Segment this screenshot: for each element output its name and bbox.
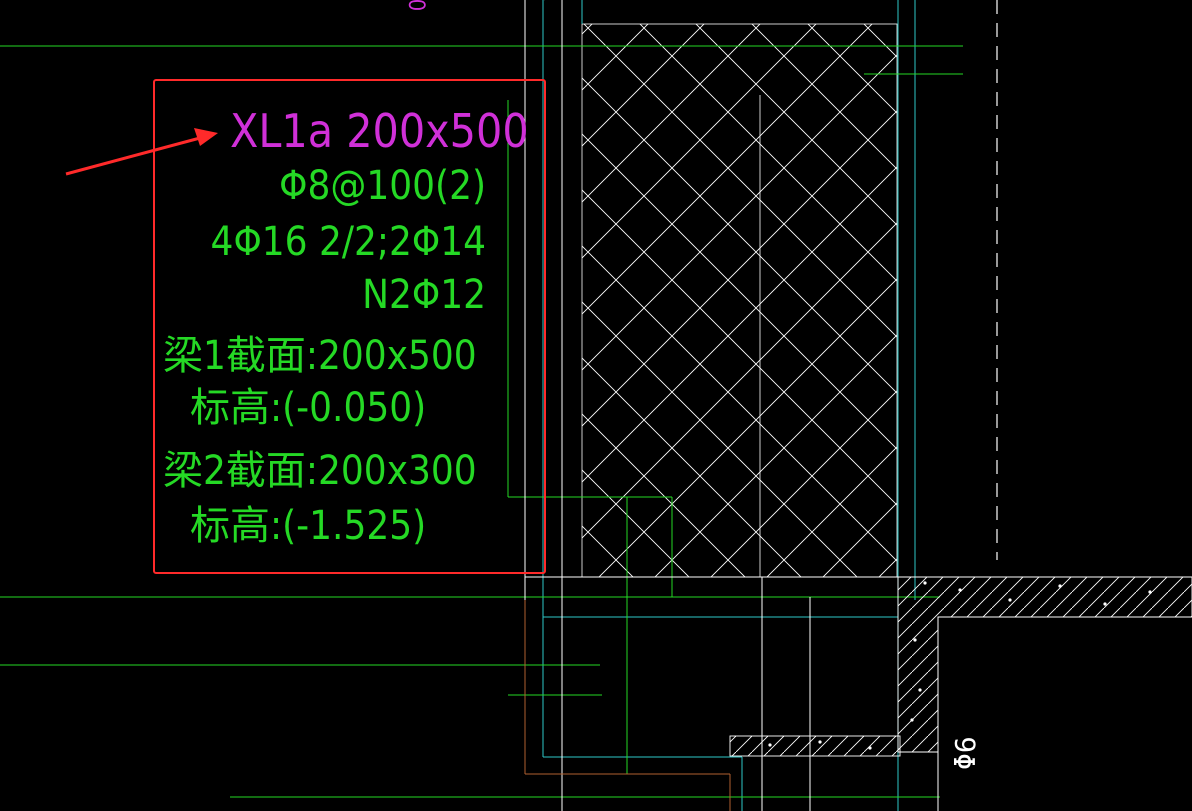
stirrup-label: Φ8@100(2) <box>279 163 486 209</box>
beam1-elevation-label: 标高:(-0.050) <box>190 385 427 431</box>
side-bars-label: N2Φ12 <box>362 272 486 318</box>
beam2-elevation-label: 标高:(-1.525) <box>190 503 427 549</box>
hatched-wall <box>581 23 898 578</box>
top-magenta-label: 00 <box>403 0 428 13</box>
beam1-section-label: 梁1截面:200x500 <box>163 333 477 379</box>
corner-rebar-label: Φ6 <box>949 736 982 770</box>
beam-name-label: XL1a 200x500 <box>230 104 529 158</box>
concrete-slab <box>729 576 1192 757</box>
beam2-section-label: 梁2截面:200x300 <box>163 448 477 494</box>
main-bars-label: 4Φ16 2/2;2Φ14 <box>210 219 486 265</box>
